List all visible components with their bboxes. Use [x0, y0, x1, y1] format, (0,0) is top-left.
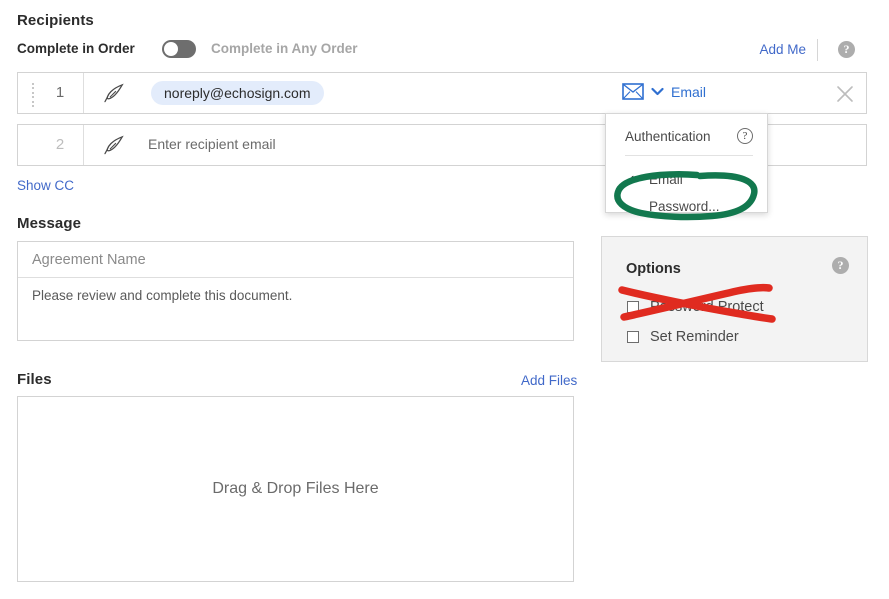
add-me-link[interactable]: Add Me	[759, 42, 806, 57]
recipient-index: 2	[55, 136, 65, 153]
row-divider	[83, 125, 84, 165]
recipient-row[interactable]: 1 noreply@echosign.com Email	[17, 72, 867, 114]
menu-item-email[interactable]: ✓ Email	[625, 169, 759, 191]
file-dropzone[interactable]: Drag & Drop Files Here	[17, 396, 574, 582]
complete-in-order-label: Complete in Order	[17, 41, 135, 56]
help-icon[interactable]: ?	[838, 41, 855, 58]
completion-order-toggle[interactable]	[162, 40, 196, 58]
show-cc-link[interactable]: Show CC	[17, 178, 74, 193]
options-panel: Options ? Password Protect Set Reminder	[601, 236, 868, 362]
recipient-email-chip[interactable]: noreply@echosign.com	[151, 81, 324, 105]
page-title: Recipients	[17, 12, 94, 29]
header-divider	[817, 39, 818, 61]
auth-menu-header-label: Authentication	[625, 128, 711, 144]
row-divider	[83, 73, 84, 113]
menu-item-password[interactable]: Password...	[625, 196, 759, 218]
completion-order-row: Complete in Order Complete in Any Order …	[17, 39, 872, 61]
options-title: Options	[626, 261, 681, 277]
agreement-name-input[interactable]	[18, 242, 573, 278]
authentication-dropdown-menu: Authentication ? ✓ Email Password...	[605, 113, 768, 214]
recipient-auth-selector[interactable]: Email	[622, 83, 706, 100]
signature-pen-icon[interactable]	[104, 83, 126, 103]
toggle-knob	[164, 42, 178, 56]
option-password-protect[interactable]: Password Protect	[627, 299, 764, 315]
recipient-email-input[interactable]: Enter recipient email	[148, 136, 276, 152]
menu-item-label: Email	[649, 172, 683, 187]
menu-divider	[625, 155, 753, 156]
help-icon[interactable]: ?	[832, 257, 849, 274]
option-set-reminder[interactable]: Set Reminder	[627, 329, 739, 345]
check-icon: ✓	[625, 172, 636, 187]
signature-pen-icon[interactable]	[104, 135, 126, 155]
complete-in-any-order-label: Complete in Any Order	[211, 41, 358, 56]
message-section-title: Message	[17, 215, 82, 232]
auth-menu-header: Authentication ?	[625, 128, 753, 144]
envelope-icon[interactable]	[622, 83, 644, 100]
drag-handle-icon[interactable]	[32, 83, 35, 107]
help-icon[interactable]: ?	[737, 128, 753, 144]
message-body-textarea[interactable]	[18, 279, 573, 339]
option-label: Password Protect	[650, 299, 764, 315]
chevron-down-icon[interactable]	[651, 87, 664, 96]
recipient-index: 1	[55, 84, 65, 101]
option-label: Set Reminder	[650, 329, 739, 345]
close-icon[interactable]	[834, 83, 856, 105]
file-dropzone-label: Drag & Drop Files Here	[212, 480, 379, 497]
recipient-auth-label: Email	[671, 83, 707, 100]
menu-item-label: Password...	[649, 199, 720, 214]
message-box	[17, 241, 574, 341]
files-section-title: Files	[17, 371, 52, 388]
add-files-link[interactable]: Add Files	[521, 373, 577, 388]
checkbox[interactable]	[627, 331, 639, 343]
checkbox[interactable]	[627, 301, 639, 313]
